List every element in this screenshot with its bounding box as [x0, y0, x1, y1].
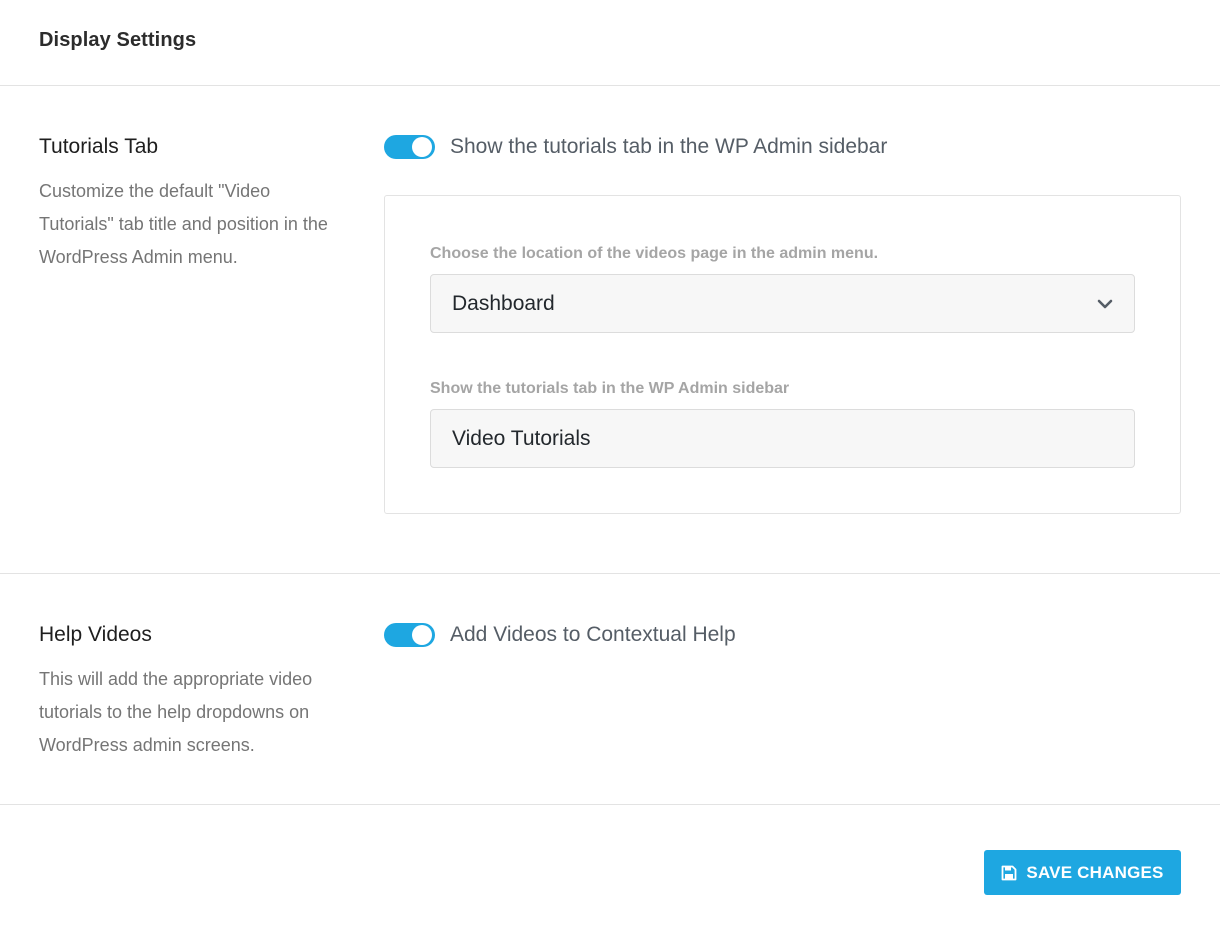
location-select[interactable]: Dashboard	[430, 274, 1135, 333]
help-toggle-row: Add Videos to Contextual Help	[384, 622, 1181, 648]
tutorials-toggle-row: Show the tutorials tab in the WP Admin s…	[384, 134, 1181, 160]
toggle-knob	[412, 137, 432, 157]
help-videos-toggle[interactable]	[384, 623, 435, 647]
tab-title-label: Show the tutorials tab in the WP Admin s…	[430, 380, 790, 397]
floppy-disk-icon	[1002, 865, 1017, 880]
tutorials-tab-title: Tutorials Tab	[39, 135, 159, 158]
panel-footer: SAVE CHANGES	[0, 805, 1220, 934]
help-videos-title: Help Videos	[39, 623, 152, 646]
help-videos-controls: Add Videos to Contextual Help	[384, 622, 1181, 648]
tab-title-input[interactable]: Video Tutorials	[430, 409, 1135, 468]
help-toggle-label: Add Videos to Contextual Help	[450, 623, 736, 646]
panel-header: Display Settings	[0, 0, 1220, 86]
save-changes-button[interactable]: SAVE CHANGES	[984, 850, 1181, 895]
location-select-label: Choose the location of the videos page i…	[430, 245, 879, 262]
display-settings-panel: Display Settings Tutorials Tab Customize…	[0, 0, 1220, 934]
tutorials-tab-info: Tutorials Tab Customize the default "Vid…	[39, 135, 339, 274]
tutorials-toggle-label: Show the tutorials tab in the WP Admin s…	[450, 135, 888, 158]
tutorials-tab-controls: Show the tutorials tab in the WP Admin s…	[384, 134, 1181, 514]
page-title: Display Settings	[39, 29, 197, 51]
tutorials-options-card: Choose the location of the videos page i…	[384, 195, 1181, 514]
tutorials-tab-section: Tutorials Tab Customize the default "Vid…	[0, 86, 1220, 574]
save-changes-label: SAVE CHANGES	[1026, 862, 1164, 882]
toggle-knob	[412, 625, 432, 645]
location-select-value: Dashboard	[452, 291, 555, 315]
help-videos-description: This will add the appropriate video tuto…	[39, 669, 313, 755]
tab-title-input-value: Video Tutorials	[452, 426, 591, 450]
tutorials-tab-toggle[interactable]	[384, 135, 435, 159]
tutorials-tab-description: Customize the default "Video Tutorials" …	[39, 181, 328, 267]
help-videos-section: Help Videos This will add the appropriat…	[0, 574, 1220, 805]
chevron-down-icon	[1097, 299, 1113, 309]
help-videos-info: Help Videos This will add the appropriat…	[39, 623, 339, 762]
